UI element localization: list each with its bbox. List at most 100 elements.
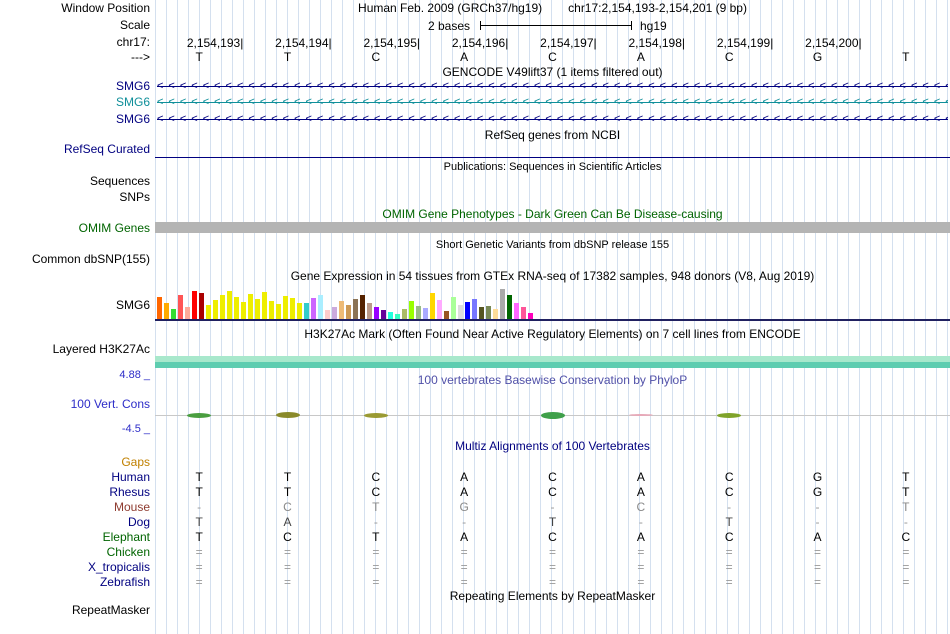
gtex-bar[interactable] bbox=[521, 307, 526, 319]
alignment-base[interactable]: T bbox=[372, 530, 379, 545]
gtex-bar[interactable] bbox=[493, 309, 498, 319]
alignment-base[interactable]: A bbox=[460, 470, 468, 485]
alignment-base[interactable]: A bbox=[637, 530, 645, 545]
gene-label-smg6-1[interactable]: SMG6 bbox=[0, 80, 150, 93]
gtex-bar[interactable] bbox=[213, 300, 218, 319]
gtex-bar[interactable] bbox=[283, 296, 288, 319]
alignment-base[interactable]: T bbox=[372, 500, 379, 515]
alignment-base[interactable]: = bbox=[284, 560, 291, 575]
gtex-bar[interactable] bbox=[381, 310, 386, 319]
species-label-elephant[interactable]: Elephant bbox=[0, 530, 150, 545]
gtex-bar[interactable] bbox=[332, 307, 337, 319]
alignment-base[interactable]: = bbox=[284, 575, 291, 590]
alignment-base[interactable]: = bbox=[726, 560, 733, 575]
alignment-base[interactable]: T bbox=[902, 500, 909, 515]
alignment-base[interactable]: T bbox=[725, 515, 732, 530]
track-label-repeatmasker[interactable]: RepeatMasker bbox=[0, 604, 150, 617]
gtex-bar[interactable] bbox=[339, 301, 344, 319]
gtex-bar[interactable] bbox=[430, 293, 435, 319]
alignment-base[interactable]: = bbox=[461, 560, 468, 575]
conservation-blip[interactable] bbox=[275, 412, 300, 418]
track-title-dbsnp[interactable]: Short Genetic Variants from dbSNP releas… bbox=[155, 239, 950, 252]
track-title-multiz[interactable]: Multiz Alignments of 100 Vertebrates bbox=[155, 440, 950, 453]
alignment-base[interactable]: A bbox=[813, 530, 821, 545]
alignment-base[interactable]: C bbox=[725, 530, 734, 545]
alignment-base[interactable]: - bbox=[374, 515, 378, 530]
track-label-h3k27ac[interactable]: Layered H3K27Ac bbox=[0, 343, 150, 356]
track-label-refseq-curated[interactable]: RefSeq Curated bbox=[0, 143, 150, 156]
gene-label-smg6-3[interactable]: SMG6 bbox=[0, 113, 150, 126]
alignment-base[interactable]: = bbox=[372, 575, 379, 590]
alignment-base[interactable]: = bbox=[637, 545, 644, 560]
gtex-bar[interactable] bbox=[360, 295, 365, 319]
gtex-bar[interactable] bbox=[486, 306, 491, 319]
alignment-base[interactable]: = bbox=[372, 545, 379, 560]
h3k27ac-signal-bottom[interactable] bbox=[155, 362, 950, 368]
alignment-base[interactable]: = bbox=[637, 575, 644, 590]
alignment-base[interactable]: T bbox=[902, 470, 909, 485]
alignment-base[interactable]: = bbox=[902, 560, 909, 575]
gtex-bar[interactable] bbox=[192, 291, 197, 319]
alignment-base[interactable]: T bbox=[284, 470, 291, 485]
gtex-bar[interactable] bbox=[262, 292, 267, 319]
gtex-bar[interactable] bbox=[423, 308, 428, 319]
species-label-dog[interactable]: Dog bbox=[0, 515, 150, 530]
conservation-blip[interactable] bbox=[540, 411, 565, 419]
gene-smg6-transcript-1[interactable]: <<<<<<<<<<<<<<<<<<<<<<<<<<<<<<<<<<<<<<<<… bbox=[157, 80, 948, 93]
alignment-base[interactable]: C bbox=[725, 485, 734, 500]
conservation-blip[interactable] bbox=[363, 412, 388, 418]
alignment-base[interactable]: = bbox=[549, 575, 556, 590]
alignment-base[interactable]: = bbox=[549, 545, 556, 560]
gtex-bar[interactable] bbox=[171, 309, 176, 319]
species-label-human[interactable]: Human bbox=[0, 470, 150, 485]
gtex-bar[interactable] bbox=[402, 309, 407, 319]
alignment-base[interactable]: C bbox=[283, 530, 292, 545]
track-title-gtex[interactable]: Gene Expression in 54 tissues from GTEx … bbox=[155, 270, 950, 283]
alignment-base[interactable]: C bbox=[371, 485, 380, 500]
alignment-base[interactable]: T bbox=[195, 470, 202, 485]
gtex-bar[interactable] bbox=[500, 289, 505, 319]
alignment-base[interactable]: = bbox=[814, 560, 821, 575]
alignment-base[interactable]: T bbox=[195, 515, 202, 530]
gtex-bar[interactable] bbox=[164, 303, 169, 319]
gtex-bar[interactable] bbox=[479, 307, 484, 319]
alignment-base[interactable]: = bbox=[196, 575, 203, 590]
alignment-base[interactable]: - bbox=[904, 515, 908, 530]
alignment-base[interactable]: - bbox=[639, 515, 643, 530]
track-title-refseq[interactable]: RefSeq genes from NCBI bbox=[155, 129, 950, 142]
gtex-bar[interactable] bbox=[472, 299, 477, 319]
gene-label-smg6-2[interactable]: SMG6 bbox=[0, 96, 150, 109]
omim-gene-bar[interactable] bbox=[155, 222, 950, 233]
alignment-base[interactable]: T bbox=[549, 515, 556, 530]
gtex-bar[interactable] bbox=[255, 299, 260, 319]
gtex-bar[interactable] bbox=[248, 294, 253, 319]
track-title-gencode[interactable]: GENCODE V49lift37 (1 items filtered out) bbox=[155, 66, 950, 79]
gtex-bar[interactable] bbox=[388, 312, 393, 319]
track-label-100-vert-cons[interactable]: 100 Vert. Cons bbox=[0, 398, 150, 411]
alignment-base[interactable]: A bbox=[460, 530, 468, 545]
gtex-bar[interactable] bbox=[367, 303, 372, 319]
alignment-base[interactable]: C bbox=[548, 485, 557, 500]
alignment-base[interactable]: A bbox=[460, 485, 468, 500]
alignment-base[interactable]: - bbox=[197, 500, 201, 515]
gtex-bar[interactable] bbox=[311, 298, 316, 319]
alignment-base[interactable]: C bbox=[371, 470, 380, 485]
gtex-bar[interactable] bbox=[353, 299, 358, 319]
conservation-blip[interactable] bbox=[628, 414, 653, 416]
gtex-bar[interactable] bbox=[346, 305, 351, 319]
gtex-bar[interactable] bbox=[220, 295, 225, 319]
alignment-base[interactable]: C bbox=[283, 500, 292, 515]
species-label-chicken[interactable]: Chicken bbox=[0, 545, 150, 560]
gtex-bar[interactable] bbox=[304, 303, 309, 319]
alignment-base[interactable]: - bbox=[462, 515, 466, 530]
conservation-blip[interactable] bbox=[187, 412, 212, 418]
alignment-base[interactable]: = bbox=[549, 560, 556, 575]
alignment-base[interactable]: C bbox=[725, 470, 734, 485]
gtex-bar[interactable] bbox=[451, 297, 456, 319]
alignment-base[interactable]: A bbox=[637, 485, 645, 500]
gtex-bar[interactable] bbox=[290, 298, 295, 319]
track-label-snps[interactable]: SNPs bbox=[0, 191, 150, 204]
alignment-base[interactable]: G bbox=[459, 500, 468, 515]
gtex-bar[interactable] bbox=[325, 310, 330, 319]
track-title-conservation[interactable]: 100 vertebrates Basewise Conservation by… bbox=[155, 374, 950, 387]
